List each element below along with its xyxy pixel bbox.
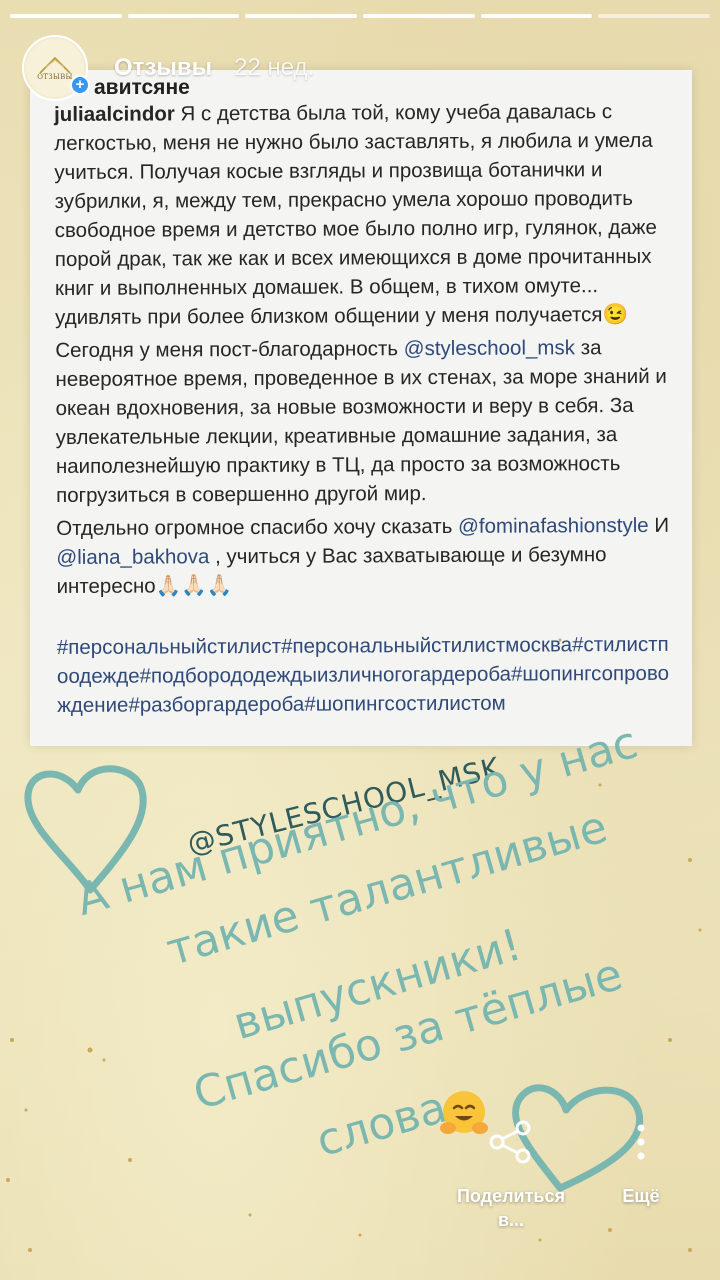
share-button[interactable]: Поделиться в... — [448, 1120, 574, 1232]
progress-segment-active — [480, 14, 593, 18]
story-title[interactable]: Отзывы — [114, 54, 212, 82]
progress-segment — [245, 14, 358, 18]
more-label: Ещё — [622, 1186, 660, 1206]
add-story-badge[interactable]: + — [70, 75, 90, 95]
progress-segment — [127, 14, 240, 18]
house-logo-icon — [39, 56, 71, 74]
share-label: Поделиться в... — [456, 1186, 566, 1230]
progress-segment — [363, 14, 475, 18]
more-vertical-icon — [637, 1124, 645, 1160]
progress-segment — [598, 14, 711, 18]
more-button[interactable]: Ещё — [606, 1120, 676, 1208]
story-time: 22 нед. — [234, 54, 315, 81]
story-progress-bar — [10, 14, 711, 18]
decorative-overlay — [6, 638, 702, 1252]
share-icon — [489, 1120, 531, 1164]
story-header: ОТЗЫВЫ + Отзывы 22 нед. — [22, 32, 698, 104]
avatar-label: ОТЗЫВЫ — [37, 73, 73, 81]
progress-segment — [10, 14, 122, 18]
avatar[interactable]: ОТЗЫВЫ + — [22, 35, 90, 101]
